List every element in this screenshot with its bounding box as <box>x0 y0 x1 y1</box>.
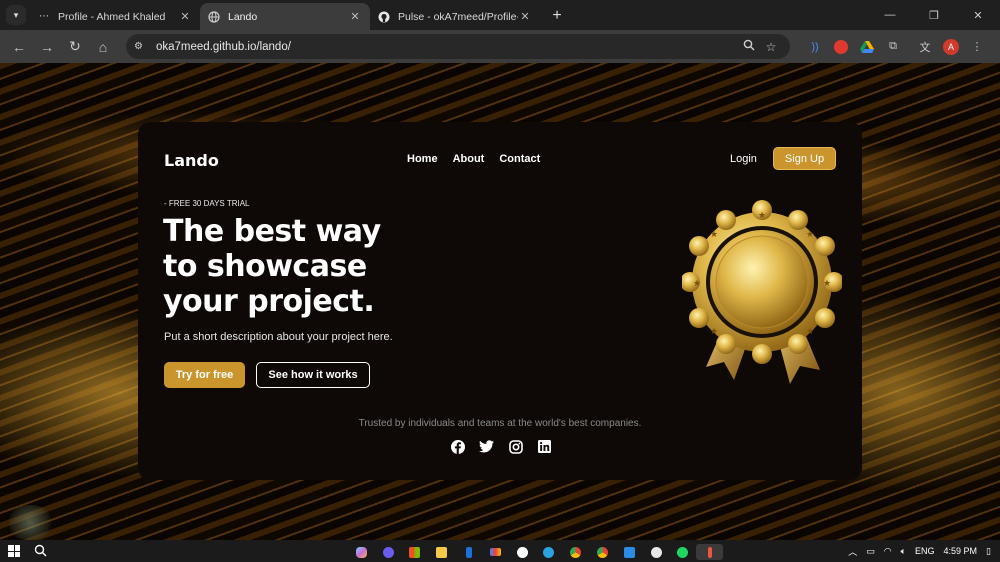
headline-line: your project. <box>163 284 375 319</box>
chrome-icon[interactable] <box>562 544 589 560</box>
svg-text:★: ★ <box>710 326 718 336</box>
translate-icon[interactable]: 文 <box>912 34 938 60</box>
address-bar[interactable]: ⚙ oka7meed.github.io/lando/ ☆ <box>126 34 790 59</box>
window-controls: — ❐ ✕ <box>868 0 1000 30</box>
tab-search-button[interactable]: ▾ <box>6 5 26 25</box>
tab-lando[interactable]: Lando ✕ <box>200 3 370 30</box>
headline-line: The best way <box>163 214 381 249</box>
store-icon[interactable] <box>402 544 429 560</box>
close-window-icon[interactable]: ✕ <box>956 0 1000 30</box>
restore-icon[interactable]: ❐ <box>912 0 956 30</box>
spotify-icon[interactable] <box>670 544 697 560</box>
svg-text:★: ★ <box>806 229 814 239</box>
globe-icon <box>208 10 220 23</box>
new-tab-button[interactable]: + <box>546 5 568 27</box>
minimize-icon[interactable]: — <box>868 0 912 30</box>
close-icon[interactable]: ✕ <box>348 10 362 24</box>
chrome-profile-icon[interactable] <box>589 544 616 560</box>
try-for-free-button[interactable]: Try for free <box>164 362 245 388</box>
language-indicator[interactable]: ENG <box>915 546 935 556</box>
taskbar-apps <box>348 544 724 560</box>
clock[interactable]: 4:59 PM <box>944 546 978 556</box>
avatar: A <box>943 38 959 55</box>
svg-text:★: ★ <box>710 229 718 239</box>
tab-profile[interactable]: ⋯ Profile - Ahmed Khaled ✕ <box>30 3 200 30</box>
nav-home[interactable]: Home <box>407 153 438 165</box>
extension-red-icon[interactable] <box>828 34 854 60</box>
zoom-icon[interactable] <box>738 39 760 54</box>
svg-text:★: ★ <box>806 326 814 336</box>
main-nav: Home About Contact <box>407 153 540 165</box>
search-icon[interactable] <box>34 544 48 558</box>
chevron-down-icon: ▾ <box>13 9 19 20</box>
trusted-text: Trusted by individuals and teams at the … <box>358 418 642 429</box>
bookmark-star-icon[interactable]: ☆ <box>760 40 782 54</box>
tab-title: Lando <box>228 10 258 23</box>
chatgpt-icon[interactable] <box>509 544 536 560</box>
browser-toolbar: ← → ↻ ⌂ ⚙ oka7meed.github.io/lando/ ☆ ))… <box>0 30 1000 63</box>
trial-eyebrow: - FREE 30 DAYS TRIAL <box>164 199 250 208</box>
page-background: Lando Home About Contact Login Sign Up -… <box>0 63 1000 540</box>
system-tray: ︿ ▭ ◠ 🔈︎ ENG 4:59 PM ▯ <box>848 540 1000 562</box>
hero-card: Lando Home About Contact Login Sign Up -… <box>138 122 862 480</box>
menu-kebab-icon[interactable]: ⋮ <box>964 34 990 60</box>
svg-text:★: ★ <box>758 210 766 220</box>
nav-about[interactable]: About <box>453 153 485 165</box>
vscode-icon[interactable] <box>616 544 643 560</box>
home-button[interactable]: ⌂ <box>90 34 116 60</box>
see-how-it-works-button[interactable]: See how it works <box>256 362 370 388</box>
file-explorer-icon[interactable] <box>428 544 455 560</box>
tab-github-pulse[interactable]: Pulse - okA7meed/Profile-Ahmed ✕ <box>370 3 540 30</box>
facebook-icon[interactable] <box>450 439 465 454</box>
taskbar: ︿ ▭ ◠ 🔈︎ ENG 4:59 PM ▯ <box>0 540 1000 562</box>
wifi-icon[interactable]: ◠ <box>884 546 892 557</box>
forward-button[interactable]: → <box>34 34 60 60</box>
extensions-puzzle-icon[interactable]: ⧉ <box>880 34 906 60</box>
battery-icon[interactable]: ▭ <box>866 546 875 557</box>
telegram-icon[interactable] <box>536 544 563 560</box>
app-active-icon[interactable] <box>696 544 724 560</box>
loading-icon: ⋯ <box>39 11 49 22</box>
reload-button[interactable]: ↻ <box>62 34 88 60</box>
hero-headline: The best way to showcase your project. <box>163 214 493 319</box>
nav-contact[interactable]: Contact <box>499 153 540 165</box>
windows-start-icon[interactable] <box>8 545 20 557</box>
tab-title: Pulse - okA7meed/Profile-Ahmed <box>398 10 518 23</box>
twitter-icon[interactable] <box>479 439 494 454</box>
gold-medal-illustration: ★ ★ ★ ★ ★ ★ ★ <box>682 200 842 384</box>
github-desktop-icon[interactable] <box>643 544 670 560</box>
instagram-icon[interactable] <box>508 439 523 454</box>
profile-avatar[interactable]: A <box>938 34 964 60</box>
media-icon[interactable] <box>375 544 402 560</box>
hero-description: Put a short description about your proje… <box>164 331 393 343</box>
svg-text:★: ★ <box>693 278 701 288</box>
close-icon[interactable]: ✕ <box>518 10 532 24</box>
login-link[interactable]: Login <box>730 153 757 165</box>
site-logo[interactable]: Lando <box>164 151 219 170</box>
back-button[interactable]: ← <box>6 34 32 60</box>
google-drive-icon[interactable] <box>854 34 880 60</box>
close-icon[interactable]: ✕ <box>178 10 192 24</box>
app-blue-icon[interactable] <box>455 544 482 560</box>
site-info-icon[interactable]: ⚙ <box>134 41 150 52</box>
volume-icon[interactable]: 🔈︎ <box>901 546 906 557</box>
signup-button[interactable]: Sign Up <box>773 147 836 170</box>
desktop-widget-logo <box>4 505 56 540</box>
linkedin-icon[interactable] <box>537 439 552 454</box>
github-icon <box>378 11 390 23</box>
copilot-icon[interactable] <box>348 544 375 560</box>
tab-title: Profile - Ahmed Khaled <box>58 10 166 23</box>
social-links <box>450 439 552 454</box>
extension-sound-icon[interactable]: )) <box>802 34 828 60</box>
notifications-icon[interactable]: ▯ <box>986 546 991 557</box>
url-text[interactable]: oka7meed.github.io/lando/ <box>156 41 738 53</box>
headline-line: to showcase <box>163 249 367 284</box>
tab-strip: ▾ ⋯ Profile - Ahmed Khaled ✕ Lando ✕ Pul… <box>0 0 1000 30</box>
svg-text:★: ★ <box>823 278 831 288</box>
gmail-icon[interactable] <box>482 544 509 560</box>
chevron-up-icon[interactable]: ︿ <box>848 545 857 558</box>
